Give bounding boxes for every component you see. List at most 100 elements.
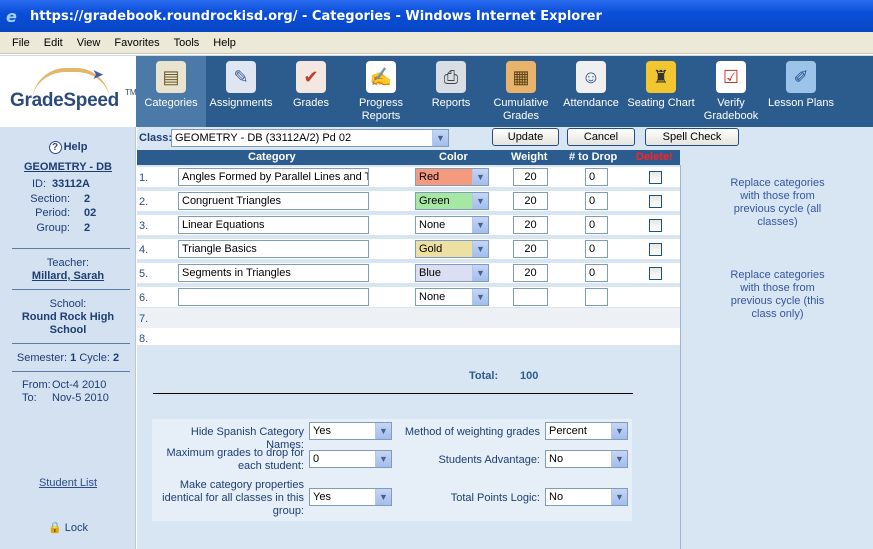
category-weight-input[interactable]: 20 — [513, 168, 548, 186]
category-color-select[interactable]: Gold ▼ — [415, 240, 489, 258]
options-panel: Hide Spanish Category Names: Yes ▼ Maximu… — [152, 419, 632, 521]
chevron-down-icon: ▼ — [611, 489, 627, 505]
nav-verify-gradebook[interactable]: ☑ Verify Gradebook — [696, 56, 766, 127]
printer-icon: ⎙ — [436, 61, 466, 93]
category-name-input[interactable] — [178, 288, 369, 306]
category-drop-input[interactable]: 0 — [585, 240, 608, 258]
weighting-label: Method of weighting grades — [404, 426, 540, 438]
category-color-select[interactable]: Red ▼ — [415, 168, 489, 186]
lock-icon: 🔒 — [47, 522, 62, 534]
chevron-down-icon: ▼ — [375, 423, 391, 439]
advantage-select[interactable]: No ▼ — [545, 450, 628, 468]
chevron-down-icon: ▼ — [432, 130, 448, 146]
total-points-label: Total Points Logic: — [450, 492, 540, 504]
replace-this-class-link[interactable]: Replace categories with those from previ… — [681, 269, 873, 321]
category-color-select[interactable]: Blue ▼ — [415, 264, 489, 282]
category-name-input[interactable]: Triangle Basics — [178, 240, 369, 258]
nav-attendance[interactable]: ☺ Attendance — [556, 56, 626, 127]
category-row: 4. Triangle Basics Gold ▼ 20 0 — [137, 239, 680, 259]
nav-lesson-plans[interactable]: ✐ Lesson Plans — [766, 56, 836, 127]
semester-cycle: Semester: 1 Cycle: 2 — [16, 352, 120, 364]
category-row: 6. None ▼ — [137, 287, 680, 307]
date-to: To: Nov-5 2010 — [22, 392, 109, 404]
category-weight-input[interactable]: 20 — [513, 216, 548, 234]
assignments-icon: ✎ — [226, 61, 256, 93]
category-name-input[interactable]: Linear Equations — [178, 216, 369, 234]
date-from: From: Oct-4 2010 — [22, 379, 107, 391]
category-color-select[interactable]: Green ▼ — [415, 192, 489, 210]
category-drop-input[interactable]: 0 — [585, 168, 608, 186]
category-weight-input[interactable]: 20 — [513, 192, 548, 210]
nav-seating-chart[interactable]: ♜ Seating Chart — [626, 56, 696, 127]
category-weight-input[interactable]: 20 — [513, 264, 548, 282]
category-color-select[interactable]: None ▼ — [415, 216, 489, 234]
chair-icon: ♜ — [646, 61, 676, 93]
category-color-select[interactable]: None ▼ — [415, 288, 489, 306]
hide-spanish-select[interactable]: Yes ▼ — [309, 422, 392, 440]
header-weight: Weight — [511, 151, 548, 163]
category-drop-input[interactable]: 0 — [585, 216, 608, 234]
category-name-input[interactable]: Segments in Triangles — [178, 264, 369, 282]
nav-cumulative-grades[interactable]: ▦ Cumulative Grades — [486, 56, 556, 127]
divider — [153, 393, 633, 394]
teacher-name[interactable]: Millard, Sarah — [0, 270, 136, 282]
menu-bar: File Edit View Favorites Tools Help — [0, 32, 873, 54]
student-list-link[interactable]: Student List — [0, 477, 136, 489]
class-select[interactable]: GEOMETRY - DB (33112A/2) Pd 02 ▼ — [171, 129, 449, 147]
menu-help[interactable]: Help — [206, 37, 243, 49]
delete-checkbox[interactable] — [649, 267, 662, 280]
category-row: 2. Congruent Triangles Green ▼ 20 0 — [137, 191, 680, 211]
menu-edit[interactable]: Edit — [37, 37, 70, 49]
main-content: Class: GEOMETRY - DB (33112A/2) Pd 02 ▼ … — [137, 127, 873, 549]
category-drop-input[interactable]: 0 — [585, 264, 608, 282]
help-link[interactable]: ? Help — [0, 141, 136, 154]
nav-assignments[interactable]: ✎ Assignments — [206, 56, 276, 127]
nav-grades[interactable]: ✔ Grades — [276, 56, 346, 127]
menu-file[interactable]: File — [0, 37, 37, 49]
chevron-down-icon: ▼ — [375, 489, 391, 505]
nav-progress-reports[interactable]: ✍ Progress Reports — [346, 56, 416, 127]
chevron-down-icon: ▼ — [472, 241, 488, 257]
chevron-down-icon: ▼ — [611, 423, 627, 439]
delete-checkbox[interactable] — [649, 195, 662, 208]
delete-checkbox[interactable] — [649, 219, 662, 232]
menu-favorites[interactable]: Favorites — [107, 37, 166, 49]
class-group: Group: 2 — [36, 222, 91, 234]
total-value: 100 — [520, 370, 539, 382]
class-label: Class: — [139, 132, 173, 144]
class-name-link[interactable]: GEOMETRY - DB — [0, 161, 136, 173]
chevron-down-icon: ▼ — [472, 193, 488, 209]
category-name-input[interactable]: Congruent Triangles — [178, 192, 369, 210]
total-points-select[interactable]: No ▼ — [545, 488, 628, 506]
category-drop-input[interactable]: 0 — [585, 192, 608, 210]
category-weight-input[interactable]: 20 — [513, 240, 548, 258]
cancel-button[interactable]: Cancel — [567, 128, 635, 146]
progress-reports-icon: ✍ — [366, 61, 396, 93]
weighting-select[interactable]: Percent ▼ — [545, 422, 628, 440]
category-row: 7. — [137, 308, 680, 328]
chevron-down-icon: ▼ — [472, 289, 488, 305]
attendance-icon: ☺ — [576, 61, 606, 93]
category-row: 1. Angles Formed by Parallel Lines and T… — [137, 167, 680, 187]
school-name: Round Rock High School — [21, 311, 115, 336]
nav-reports[interactable]: ⎙ Reports — [416, 56, 486, 127]
nav-categories[interactable]: ▤ Categories — [136, 56, 206, 127]
menu-tools[interactable]: Tools — [167, 37, 207, 49]
internet-explorer-icon: e — [6, 7, 17, 26]
category-weight-input[interactable] — [513, 288, 548, 306]
update-button[interactable]: Update — [492, 128, 559, 146]
class-period: Period: 02 — [35, 207, 97, 219]
categories-icon: ▤ — [156, 61, 186, 93]
spell-check-button[interactable]: Spell Check — [645, 128, 739, 146]
logo-name: GradeSpeed — [10, 90, 119, 111]
replace-all-classes-link[interactable]: Replace categories with those from previ… — [681, 177, 873, 229]
menu-view[interactable]: View — [70, 37, 108, 49]
lock-link[interactable]: 🔒 Lock — [0, 521, 136, 534]
delete-checkbox[interactable] — [649, 171, 662, 184]
delete-checkbox[interactable] — [649, 243, 662, 256]
divider — [12, 289, 130, 290]
category-drop-input[interactable] — [585, 288, 608, 306]
identical-select[interactable]: Yes ▼ — [309, 488, 392, 506]
category-name-input[interactable]: Angles Formed by Parallel Lines and Tra — [178, 168, 369, 186]
max-drop-select[interactable]: 0 ▼ — [309, 450, 392, 468]
